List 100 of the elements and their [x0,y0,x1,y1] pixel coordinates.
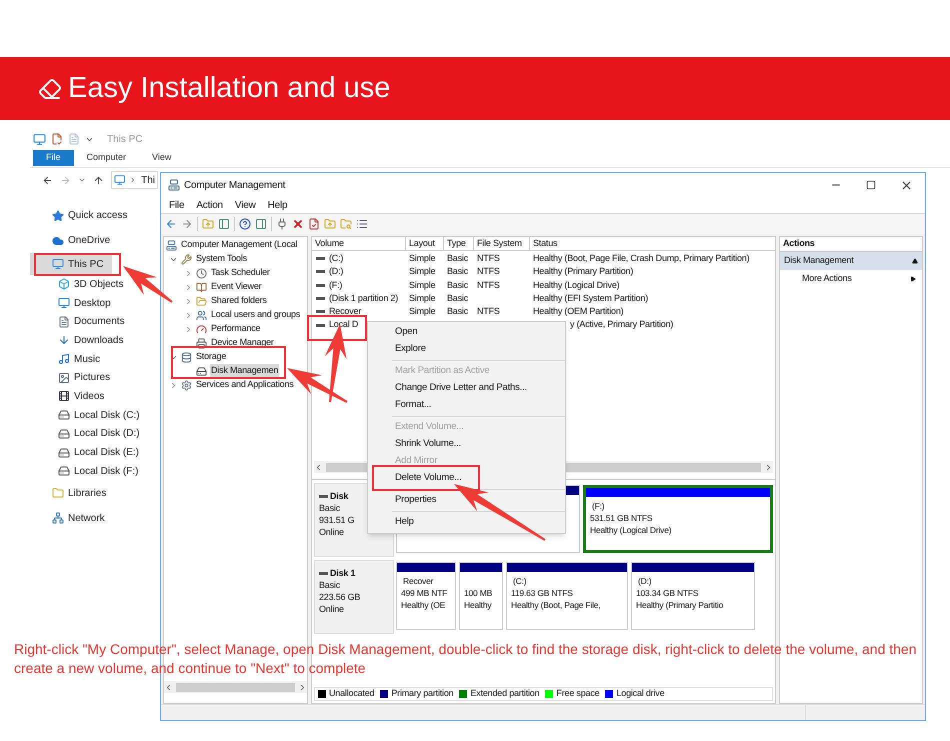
menu-item[interactable]: Help [262,198,292,212]
help-icon[interactable] [239,218,251,230]
chevron-right-icon[interactable] [184,310,193,320]
tree-item[interactable]: Shared folders [210,294,268,308]
menu-item[interactable]: File [164,198,190,212]
nav-item[interactable]: Local Disk (F:) [30,462,146,481]
column-header[interactable]: Layout [406,237,444,250]
chevron-right-icon[interactable] [184,324,193,334]
actions-section[interactable]: Disk Management [780,252,922,270]
chevron-right-icon[interactable] [184,282,193,292]
partition-block[interactable]: Recover 499 MB NTF Healthy (OE [396,562,456,630]
column-header[interactable]: File System [474,237,530,250]
drive-icon [196,366,207,376]
tree-item[interactable]: Computer Management (Local [180,238,298,252]
nav-item[interactable]: Local Disk (E:) [30,443,148,462]
menu-item[interactable]: Delete Volume... [368,470,565,487]
tree-item[interactable]: Storage [195,350,228,364]
maximize-icon[interactable] [866,180,876,190]
menu-item[interactable]: Open [368,324,565,341]
tree-item[interactable]: Local users and groups [210,308,302,322]
forward-arrow-icon[interactable] [181,218,193,230]
scroll-left-icon[interactable] [314,462,323,472]
disk-type: Basic [319,502,342,514]
legend-label: Free space [556,687,600,700]
star-icon [52,210,64,222]
nav-item[interactable]: 3D Objects [30,275,132,294]
table-cell: Simple [409,278,436,292]
partition-status: Healthy (Boot, Page File, [511,599,602,611]
table-cell-text: Healthy (Primary Partition) [533,265,634,278]
monitor-icon [52,258,64,270]
partition-block[interactable]: (C:) 119.63 GB NTFS Healthy (Boot, Page File, [506,562,628,630]
column-header[interactable]: Status [530,237,776,250]
disk-size: 223.56 GB [319,591,362,603]
column-header[interactable]: Volume [312,237,406,250]
nav-item[interactable]: Local Disk (C:) [30,406,148,424]
drive-icon [58,446,70,459]
ribbon-tab[interactable]: File [33,150,74,166]
menu-item[interactable]: Explore [368,341,565,358]
back-arrow-icon[interactable] [42,174,53,186]
menu-item[interactable]: View [230,198,261,212]
column-header[interactable]: Type [444,237,474,250]
chevron-right-icon[interactable] [169,380,178,390]
nav-item[interactable]: Local Disk (D:) [30,424,148,444]
scroll-right-icon[interactable] [764,462,773,472]
tree-item[interactable]: Device Manager [210,336,275,350]
chevron-right-icon[interactable] [184,296,193,306]
scrollbar-thumb[interactable] [176,682,295,692]
legend-label: Unallocated [329,687,374,700]
nav-item[interactable]: Documents [30,312,133,332]
menu-item[interactable]: Action [191,198,228,212]
delete-icon[interactable] [292,218,304,230]
table-cell-text: Basic [447,292,468,305]
scroll-right-icon[interactable] [298,682,307,692]
partition-block[interactable]: (D:) 103.34 GB NTFS Healthy (Primary Partitio [631,562,755,630]
partition-block[interactable]: (F:) 531.51 GB NTFS Healthy (Logical Drive) [583,485,773,553]
panel-icon[interactable] [218,218,230,230]
nav-item[interactable]: Music [30,350,108,368]
tree-item[interactable]: Services and Applications [195,378,295,392]
tree-item[interactable]: System Tools [195,252,248,266]
panel-icon[interactable] [255,218,267,230]
scroll-left-icon[interactable] [164,682,173,692]
nav-item[interactable]: Libraries [30,480,114,506]
ribbon-tab[interactable]: View [139,150,184,166]
plug-icon[interactable] [276,218,288,230]
nav-item[interactable]: Network [30,506,113,531]
users-icon [196,310,207,320]
table-cell-text: (D:) [329,265,344,278]
monitor-icon[interactable] [33,132,46,146]
menu-item[interactable]: Shrink Volume... [368,436,565,453]
image-icon [58,372,70,384]
ribbon-tab[interactable]: Computer [74,150,140,166]
table-cell-text: NTFS [477,278,500,292]
menu-item[interactable]: Change Drive Letter and Paths... [368,380,565,397]
action-item[interactable]: More Actions [780,270,922,288]
menu-item[interactable]: Properties [368,492,565,509]
up-arrow-icon[interactable] [93,174,104,186]
tree-item[interactable]: Performance [210,322,262,336]
partition-block[interactable]: 100 MB Healthy [459,562,503,630]
nav-item[interactable]: Videos [30,387,112,406]
nav-item[interactable]: Desktop [30,294,119,312]
close-icon[interactable] [900,178,913,192]
drive-icon [58,409,70,422]
menu-item[interactable]: Format... [368,397,565,414]
monitor-icon [58,297,70,310]
address-field[interactable]: Thi [111,171,158,189]
table-cell-text: Simple [409,305,436,318]
document-check-icon[interactable] [51,133,63,145]
nav-item[interactable]: Quick access [30,203,136,228]
table-cell-text: Recover [329,305,362,318]
tree-item[interactable]: Disk Managemen [210,364,280,378]
document-check-icon[interactable] [308,218,320,230]
tree-item[interactable]: Task Scheduler [210,266,271,280]
nav-item[interactable]: Pictures [30,368,118,388]
tree-item[interactable]: Event Viewer [210,280,262,294]
nav-item[interactable]: OneDrive [30,228,118,253]
chevron-right-icon[interactable] [184,268,193,278]
disk-status: Online [319,526,345,538]
nav-item[interactable]: Downloads [30,331,132,350]
caret-icon[interactable] [78,176,86,184]
menu-item[interactable]: Help [368,514,565,531]
